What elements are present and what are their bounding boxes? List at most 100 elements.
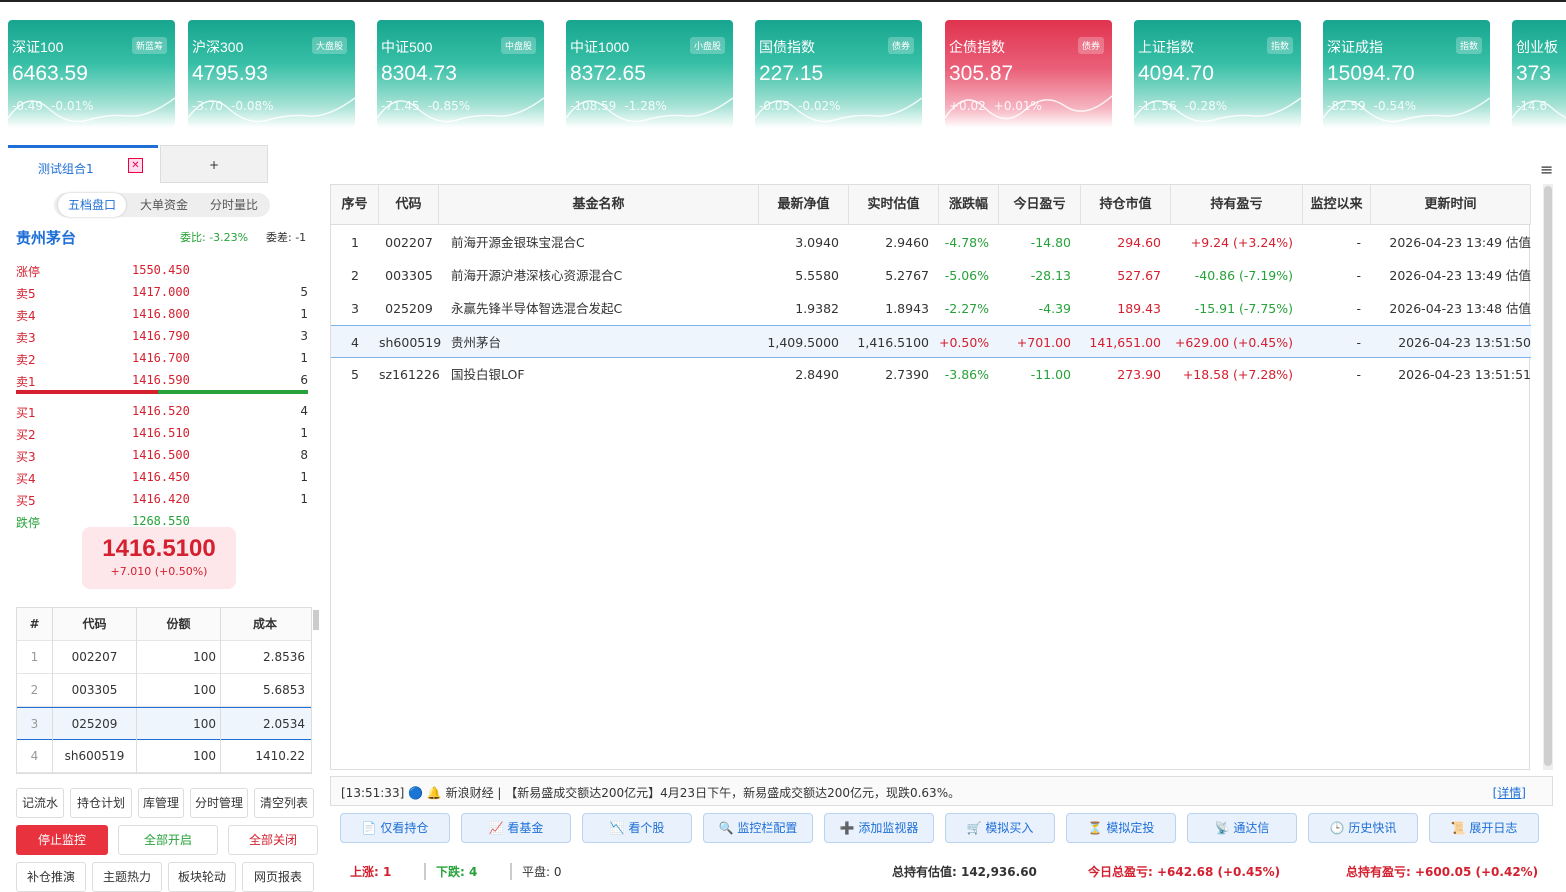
orderbook-row: 卖5 1417.000 5: [16, 281, 316, 303]
table-header-cell[interactable]: 序号: [331, 185, 379, 225]
action-button[interactable]: ⏳ 模拟定投: [1066, 813, 1176, 843]
index-change-abs: -14.6: [1516, 99, 1548, 113]
panel-button[interactable]: 补仓推演: [16, 862, 86, 892]
positions-header: # 代码 份额 成本: [17, 608, 311, 641]
panel-button[interactable]: 主题热力: [92, 862, 162, 892]
panel-button[interactable]: 停止监控: [16, 825, 108, 855]
positions-cell: 5.6853: [263, 683, 305, 697]
table-row[interactable]: 3 025209 永赢先锋半导体智选混合发起C 1.9382 1.8943 -2.27% -…: [331, 292, 1531, 325]
table-header-cell[interactable]: 更新时间: [1371, 185, 1531, 225]
index-card[interactable]: 企债指数 债券 305.87 +0.02 +0.01%: [945, 20, 1112, 128]
news-text: [13:51:33] 🔵 🔔 新浪财经 | 【新易盛成交额达200亿元】4月23…: [341, 786, 961, 800]
current-price: 1416.5100: [102, 535, 216, 562]
table-header-cell[interactable]: 实时估值: [849, 185, 939, 225]
positions-row[interactable]: 3 025209 100 2.0534: [17, 707, 311, 741]
index-tag: 小盘股: [689, 37, 725, 54]
panel-button[interactable]: 板块轮动: [168, 862, 236, 892]
index-name: 上证指数: [1138, 39, 1194, 55]
table-cell: 国投白银LOF: [451, 367, 525, 382]
table-cell: 1,416.5100: [857, 335, 929, 350]
table-header-cell[interactable]: 监控以来: [1303, 185, 1371, 225]
menu-icon[interactable]: ≡: [1540, 160, 1553, 179]
table-row[interactable]: 2 003305 前海开源沪港深核心资源混合C 5.5580 5.2767 -5.06% -…: [331, 259, 1531, 292]
index-change-abs: -82.59: [1327, 99, 1366, 113]
panel-button[interactable]: 持仓计划: [70, 788, 132, 818]
index-card[interactable]: 沪深300 大盘股 4795.93 -3.70 -0.08%: [188, 20, 355, 128]
orderbook-volume: 1: [300, 470, 308, 484]
table-header-cell[interactable]: 最新净值: [759, 185, 849, 225]
action-button[interactable]: 🛒 模拟买入: [945, 813, 1055, 843]
fund-table: 序号 代码 基金名称 最新净值 实时估值 涨跌幅 今日盈亏 持仓市值 持有盈亏 监控以来 更新时间 …: [330, 184, 1531, 770]
positions-row[interactable]: 2 003305 100 5.6853: [17, 674, 311, 707]
index-card[interactable]: 中证1000 小盘股 8372.65 -108.59 -1.28%: [566, 20, 733, 128]
orderbook-label: 卖1: [16, 375, 36, 389]
index-change-abs: -0.49: [12, 99, 44, 113]
index-card[interactable]: 深证100 新蓝筹 6463.59 -0.49 -0.01%: [8, 20, 175, 128]
close-icon[interactable]: ✕: [128, 158, 143, 173]
orderbook-price: 1416.700: [132, 351, 190, 365]
seg-volratio[interactable]: 分时量比: [200, 193, 268, 217]
table-header-cell[interactable]: 今日盈亏: [999, 185, 1081, 225]
news-bar: [13:51:33] 🔵 🔔 新浪财经 | 【新易盛成交额达200亿元】4月23…: [330, 776, 1553, 806]
index-tag: 大盘股: [311, 37, 347, 54]
status-flat: 平盘: 0: [510, 863, 562, 880]
index-card[interactable]: 上证指数 指数 4094.70 -11.56 -0.28%: [1134, 20, 1301, 128]
tab-portfolio-1[interactable]: 测试组合1 ✕: [8, 145, 158, 183]
table-cell: 2026-04-23 13:49 估值: [1389, 268, 1531, 283]
table-header-cell[interactable]: 持仓市值: [1081, 185, 1171, 225]
add-tab-button[interactable]: +: [160, 145, 268, 183]
positions-header-cell: 份额: [137, 608, 221, 641]
orderbook-row: 卖1 1416.590 6: [16, 369, 316, 391]
panel-button[interactable]: 网页报表: [242, 862, 314, 892]
scroll-thumb[interactable]: [1544, 186, 1552, 766]
left-panel: 五档盘口 大单资金 分时量比 贵州茅台 委比: -3.23% 委差: -1 涨停…: [8, 185, 319, 892]
action-button[interactable]: 📉 看个股: [582, 813, 692, 843]
table-cell: 1: [351, 235, 359, 250]
table-cell: 3: [351, 301, 359, 316]
table-header-cell[interactable]: 基金名称: [439, 185, 759, 225]
table-header-cell[interactable]: 代码: [379, 185, 439, 225]
index-change: -71.45 -0.85%: [381, 99, 470, 113]
table-cell: -14.80: [1030, 235, 1071, 250]
panel-button[interactable]: 记流水: [16, 788, 64, 818]
orderbook-volume: 8: [300, 448, 308, 462]
table-row[interactable]: 1 002207 前海开源金银珠宝混合C 3.0940 2.9460 -4.78% -14.…: [331, 226, 1531, 259]
table-row[interactable]: 5 sz161226 国投白银LOF 2.8490 2.7390 -3.86% -11.00…: [331, 358, 1531, 391]
action-button[interactable]: 📜 展开日志: [1429, 813, 1539, 843]
seg-bigorder[interactable]: 大单资金: [130, 193, 198, 217]
action-button[interactable]: 📄 仅看持仓: [340, 813, 450, 843]
panel-button[interactable]: 全部开启: [118, 825, 218, 855]
table-scrollbar[interactable]: [1543, 184, 1553, 770]
action-button[interactable]: 📡 通达信: [1187, 813, 1297, 843]
table-header-cell[interactable]: 涨跌幅: [939, 185, 999, 225]
panel-button[interactable]: 清空列表: [254, 788, 314, 818]
index-name: 深证成指: [1327, 39, 1383, 55]
table-cell: sz161226: [379, 367, 440, 382]
orderbook-price: 1416.510: [132, 426, 190, 440]
orderbook-label: 卖3: [16, 331, 36, 345]
table-cell: 2026-04-23 13:51:51: [1398, 367, 1531, 382]
index-card[interactable]: 中证500 中盘股 8304.73 -71.45 -0.85%: [377, 20, 544, 128]
action-button[interactable]: 🕒 历史快讯: [1308, 813, 1418, 843]
index-card[interactable]: 创业板 373 -14.6: [1512, 20, 1566, 128]
orderbook-label: 卖5: [16, 287, 36, 301]
table-row[interactable]: 4 sh600519 贵州茅台 1,409.5000 1,416.5100 +0.50% +…: [331, 325, 1531, 358]
panel-button[interactable]: 分时管理: [190, 788, 248, 818]
seg-orderbook[interactable]: 五档盘口: [58, 193, 126, 217]
positions-row[interactable]: 1 002207 100 2.8536: [17, 641, 311, 674]
index-name: 中证500: [381, 39, 433, 55]
table-header-cell[interactable]: 持有盈亏: [1171, 185, 1303, 225]
table-cell: -15.91 (-7.75%): [1194, 301, 1293, 316]
panel-segment: 五档盘口 大单资金 分时量比: [54, 193, 270, 217]
index-change: -82.59 -0.54%: [1327, 99, 1416, 113]
positions-scrollbar[interactable]: [313, 610, 319, 630]
action-button[interactable]: 🔍 监控栏配置: [703, 813, 813, 843]
panel-button[interactable]: 库管理: [138, 788, 184, 818]
news-detail-link[interactable]: [详情]: [1493, 784, 1526, 801]
index-card[interactable]: 国债指数 债券 227.15 -0.05 -0.02%: [755, 20, 922, 128]
index-card[interactable]: 深证成指 指数 15094.70 -82.59 -0.54%: [1323, 20, 1490, 128]
action-button[interactable]: 📈 看基金: [461, 813, 571, 843]
positions-row[interactable]: 4 sh600519 100 1410.22: [17, 740, 311, 773]
action-button[interactable]: ➕ 添加监视器: [824, 813, 934, 843]
panel-button[interactable]: 全部关闭: [228, 825, 318, 855]
